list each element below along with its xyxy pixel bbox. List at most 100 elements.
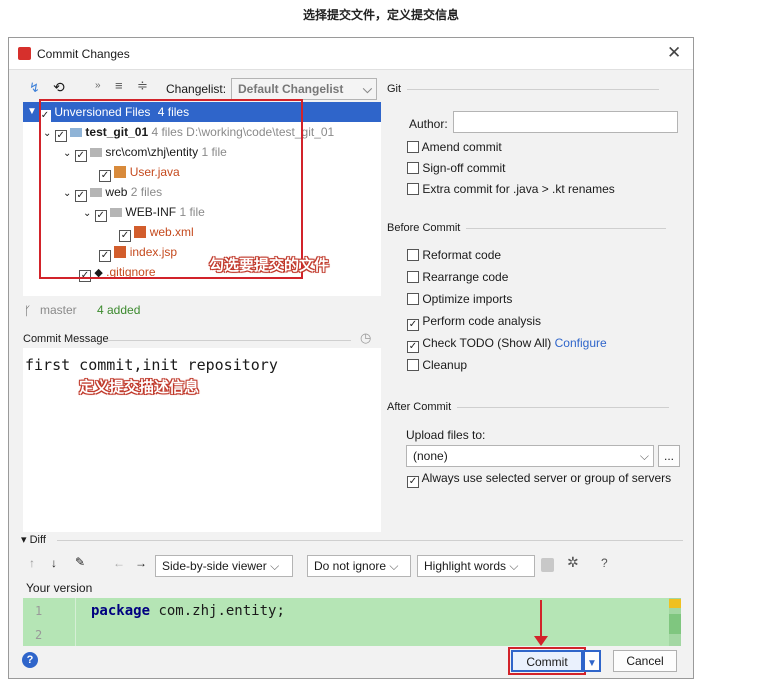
amend-commit-option[interactable]: Amend commit <box>407 137 502 157</box>
reformat-code-option[interactable]: Reformat code <box>407 245 501 265</box>
undo-icon[interactable]: ⟲ <box>53 79 65 96</box>
your-version-label: Your version <box>26 581 93 595</box>
option-label: Check TODO (Show All) <box>422 336 552 350</box>
option-label: Reformat code <box>422 248 502 262</box>
checkbox[interactable]: ✓ <box>407 476 419 488</box>
section-title: Git <box>387 83 402 95</box>
option-label: Extra commit for .java > .kt renames <box>422 182 615 196</box>
changelist-select[interactable]: Default Changelist ⌵ <box>231 78 377 100</box>
author-input[interactable] <box>453 111 678 133</box>
commit-dropdown-button[interactable]: ▼ <box>583 650 601 672</box>
git-section-header: Git <box>387 83 660 95</box>
scroll-marker <box>669 598 681 646</box>
arrow-up-icon[interactable]: ↑ <box>29 556 35 570</box>
option-label: Amend commit <box>421 140 502 154</box>
checkbox[interactable] <box>407 162 419 174</box>
dialog-title: Commit Changes <box>37 47 130 61</box>
checkbox[interactable]: ✓ <box>407 341 419 353</box>
banner-caption: 选择提交文件，定义提交信息 <box>302 8 459 22</box>
more-icon[interactable]: » <box>95 80 101 91</box>
line-number: 1 <box>35 604 43 618</box>
line-number: 2 <box>35 628 43 642</box>
lock-icon[interactable] <box>541 558 554 572</box>
gutter-separator <box>75 598 76 646</box>
file-tree: ▼ ✓ Unversioned Files 4 files ⌄ ✓ test_g… <box>23 99 381 296</box>
sign-off-commit-option[interactable]: Sign-off commit <box>407 158 505 178</box>
commit-message-label: Commit Message <box>23 333 109 345</box>
annotation-message: 定义提交描述信息 <box>79 379 200 396</box>
ignore-value: Do not ignore <box>314 559 387 573</box>
cleanup-option[interactable]: Cleanup <box>407 355 467 375</box>
arrow-left-icon[interactable]: ← <box>113 556 125 570</box>
collapse-all-icon[interactable]: ≑ <box>137 78 148 94</box>
always-use-server-option[interactable]: ✓ Always use selected server or group of… <box>407 468 671 488</box>
checkbox[interactable] <box>407 271 419 283</box>
highlight-select[interactable]: Highlight words ⌵ <box>417 555 535 577</box>
rearrange-code-option[interactable]: Rearrange code <box>407 267 508 287</box>
checkbox[interactable] <box>407 293 419 305</box>
history-icon[interactable]: ◷ <box>360 330 371 346</box>
viewer-value: Side-by-side viewer <box>162 559 267 573</box>
option-label: Perform code analysis <box>422 314 542 328</box>
checkbox[interactable]: ✓ <box>407 319 419 331</box>
option-label: Optimize imports <box>422 292 513 306</box>
browse-button[interactable]: ... <box>658 445 680 467</box>
annotation-files: 勾选要提交的文件 <box>209 257 330 274</box>
option-label: Rearrange code <box>422 270 509 284</box>
option-label: Cleanup <box>422 358 468 372</box>
highlight-value: Highlight words <box>424 559 507 573</box>
close-icon[interactable]: ✕ <box>667 43 681 63</box>
commit-button[interactable]: Commit <box>508 647 586 675</box>
check-todo-option[interactable]: ✓ Check TODO (Show All) Configure <box>407 333 607 353</box>
section-title: Before Commit <box>387 222 461 234</box>
help-button[interactable]: ? <box>22 652 38 668</box>
changelist-label: Changelist: <box>166 82 227 96</box>
optimize-imports-option[interactable]: Optimize imports <box>407 289 512 309</box>
branch-icon: ᚴ <box>24 304 32 318</box>
commit-message-input[interactable]: first commit,init repository 定义提交描述信息 <box>23 348 381 532</box>
upload-select[interactable]: (none) ⌵ <box>406 445 654 467</box>
chevron-down-icon: ⌵ <box>509 559 519 573</box>
help-icon[interactable]: ? <box>601 556 608 570</box>
changelist-value: Default Changelist <box>238 82 344 96</box>
chevron-down-icon: ⌵ <box>639 449 649 463</box>
dialog-titlebar: Commit Changes ✕ <box>9 38 693 70</box>
separator <box>57 540 683 541</box>
refresh-icon[interactable]: ↯ <box>29 80 40 96</box>
cancel-label: Cancel <box>626 654 664 668</box>
arrow-right-icon[interactable]: → <box>135 556 147 570</box>
edit-icon[interactable]: ✎ <box>75 555 85 569</box>
ignore-select[interactable]: Do not ignore ⌵ <box>307 555 411 577</box>
extra-commit-option[interactable]: Extra commit for .java > .kt renames <box>407 179 615 199</box>
checkbox[interactable] <box>407 141 419 153</box>
upload-value: (none) <box>413 449 448 463</box>
arrow-down-icon[interactable]: ↓ <box>51 556 57 570</box>
expand-all-icon[interactable]: ≡ <box>115 78 123 93</box>
option-label: Always use selected server or group of s… <box>421 471 672 485</box>
diff-toggle[interactable]: ▾ Diff <box>21 533 46 546</box>
checkbox[interactable] <box>407 249 419 261</box>
chevron-down-icon: ▼ <box>27 106 37 117</box>
branch-name: master <box>40 303 77 317</box>
code-line: package com.zhj.entity; <box>91 603 285 619</box>
upload-label: Upload files to: <box>406 428 486 442</box>
annotation-box-files <box>39 99 303 279</box>
diff-editor[interactable]: 1 2 package com.zhj.entity; <box>23 598 681 646</box>
viewer-select[interactable]: Side-by-side viewer ⌵ <box>155 555 293 577</box>
code-text: com.zhj.entity; <box>150 603 285 619</box>
after-commit-header: After Commit <box>387 401 670 413</box>
gear-icon[interactable]: ✲ <box>567 554 579 571</box>
perform-code-analysis-option[interactable]: ✓ Perform code analysis <box>407 311 541 331</box>
chevron-down-icon: ▼ <box>587 658 597 669</box>
checkbox[interactable] <box>407 359 419 371</box>
commit-label: Commit <box>526 655 568 669</box>
configure-link[interactable]: Configure <box>555 336 607 350</box>
added-count: 4 added <box>97 303 141 317</box>
app-icon <box>18 47 31 60</box>
separator <box>107 340 351 341</box>
cancel-button[interactable]: Cancel <box>613 650 677 672</box>
diff-label: Diff <box>29 534 46 546</box>
option-label: Sign-off commit <box>422 161 506 175</box>
checkbox[interactable] <box>407 183 419 195</box>
chevron-down-icon: ⌵ <box>389 559 399 573</box>
